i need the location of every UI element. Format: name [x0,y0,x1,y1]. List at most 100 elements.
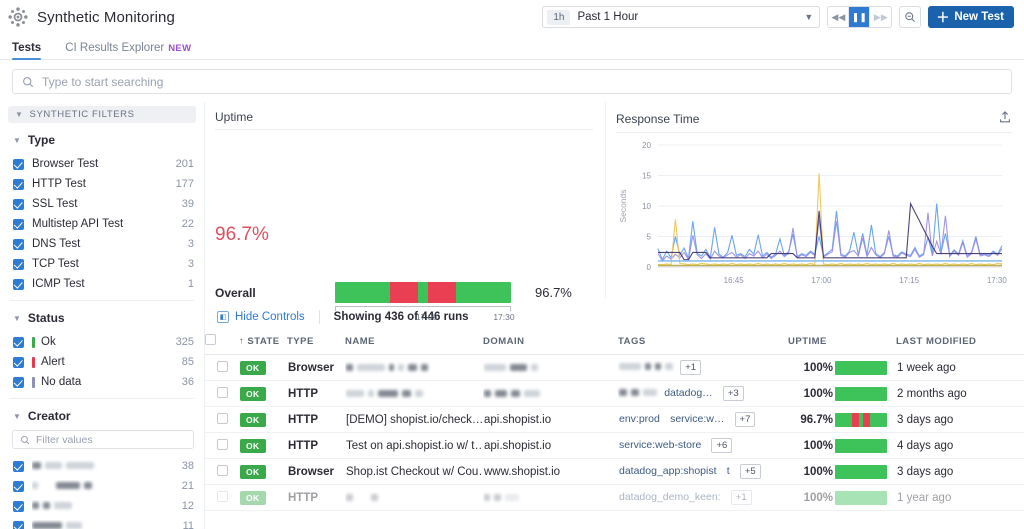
response-time-chart[interactable]: 0 5 10 15 20 Seconds 16:45 17:00 17:15 17:30 [616,133,1012,293]
checkbox[interactable] [13,278,24,290]
table-row[interactable]: OK Browser Shop.ist Checkout w/ Cou… www… [205,458,1024,485]
tab-ci-results-explorer[interactable]: CI Results Explorer NEW [65,42,191,59]
uptime-segment-alert [389,282,418,303]
table-row[interactable]: OK HTTP datadog… +3 100% 2 months ago [205,380,1024,407]
search-input[interactable]: Type to start searching [42,75,163,89]
tag[interactable]: t [727,465,730,477]
tag-more[interactable]: +1 [730,490,752,505]
checkbox[interactable] [13,336,24,348]
tag-more[interactable]: +5 [739,464,761,479]
checkbox[interactable] [13,158,24,170]
synthetic-filters-header[interactable]: ▼ SYNTHETIC FILTERS [8,106,196,123]
table-row[interactable]: OK Browser +1 100% 1 week ago [205,354,1024,381]
search-box[interactable]: Type to start searching [12,69,1012,94]
runs-table-head: ↑ STATE TYPE NAME DOMAIN TAGS UPTIME LAS… [205,334,1024,355]
header-domain[interactable]: DOMAIN [483,334,618,355]
filter-item-no-data[interactable]: No data 36 [10,372,194,392]
checkbox[interactable] [13,356,24,368]
tag[interactable]: service:w… [670,413,724,425]
table-row[interactable]: OK HTTP datadog_demo_keen: +1 100% 1 yea… [205,484,1024,511]
checkbox[interactable] [13,460,24,472]
row-last-modified: 1 week ago [896,354,1024,381]
skip-forward-icon[interactable]: ▶▶ [870,7,892,27]
row-name[interactable]: [DEMO] shopist.io/check… [345,406,483,433]
filter-item-creator-2[interactable]: 21 [10,476,194,496]
row-name-redacted[interactable] [345,380,483,407]
row-name[interactable]: Test on api.shopist.io w/ t… [345,432,483,459]
header-name[interactable]: NAME [345,334,483,355]
filter-item-creator-3[interactable]: 12 [10,496,194,516]
checkbox[interactable] [13,376,24,388]
checkbox[interactable] [13,238,24,250]
checkbox[interactable] [217,412,228,424]
header-state[interactable]: ↑ STATE [239,334,287,355]
filter-item-alert[interactable]: Alert 85 [10,352,194,372]
row-name-redacted[interactable] [345,484,483,511]
row-checkbox-cell[interactable] [205,458,239,485]
header-last-modified[interactable]: LAST MODIFIED [896,334,1024,355]
checkbox[interactable] [205,334,216,345]
checkbox[interactable] [13,178,24,190]
row-name[interactable]: Shop.ist Checkout w/ Cou… [345,458,483,485]
filter-item-browser-test[interactable]: Browser Test 201 [10,154,194,174]
header-tags[interactable]: TAGS [618,334,788,355]
skip-back-icon[interactable]: ◀◀ [828,7,850,27]
filter-item-ssl-test[interactable]: SSL Test 39 [10,194,194,214]
tag[interactable]: datadog_app:shopist [619,465,717,477]
tag-more[interactable]: +7 [734,412,756,427]
checkbox[interactable] [217,386,228,398]
checkbox[interactable] [13,500,24,512]
checkbox[interactable] [13,258,24,270]
row-uptime-bar-cell [834,406,896,433]
checkbox[interactable] [13,480,24,492]
uptime-overall-bar[interactable] [335,282,511,303]
checkbox[interactable] [13,520,24,529]
checkbox[interactable] [217,464,228,476]
table-row[interactable]: OK HTTP Test on api.shopist.io w/ t… api… [205,432,1024,459]
filter-section-type-header[interactable]: ▼ Type [13,133,194,147]
tag[interactable]: datadog… [664,387,712,399]
checkbox[interactable] [13,218,24,230]
header-select-all[interactable] [205,334,239,355]
filter-item-ok[interactable]: Ok 325 [10,332,194,352]
tag[interactable]: datadog_demo_keen: [619,491,721,503]
checkbox[interactable] [13,198,24,210]
filter-item-dns-test[interactable]: DNS Test 3 [10,234,194,254]
status-badge: OK [240,438,266,453]
tag-more[interactable]: +3 [722,386,744,401]
table-row[interactable]: OK HTTP [DEMO] shopist.io/check… api.sho… [205,406,1024,433]
filter-section-creator-header[interactable]: ▼ Creator [13,409,194,423]
header-type[interactable]: TYPE [287,334,345,355]
zoom-out-icon[interactable] [899,6,922,28]
header-uptime[interactable]: UPTIME [788,334,834,355]
time-range-picker[interactable]: 1h Past 1 Hour ▼ [542,6,821,28]
checkbox[interactable] [217,490,228,502]
row-name-redacted[interactable] [345,354,483,381]
export-icon[interactable] [998,110,1012,127]
filter-item-multistep-api-test[interactable]: Multistep API Test 22 [10,214,194,234]
filter-item-creator-4[interactable]: 11 [10,516,194,529]
row-checkbox-cell[interactable] [205,484,239,511]
pause-icon[interactable]: ❚❚ [849,7,871,27]
filter-item-icmp-test[interactable]: ICMP Test 1 [10,274,194,294]
creator-filter-input[interactable]: Filter values [12,430,194,449]
tag-more[interactable]: +1 [680,360,702,375]
checkbox[interactable] [217,360,228,372]
tag-more[interactable]: +6 [711,438,733,453]
filter-item-http-test[interactable]: HTTP Test 177 [10,174,194,194]
new-test-button[interactable]: ＋ New Test [928,6,1014,28]
checkbox[interactable] [217,438,228,450]
row-checkbox-cell[interactable] [205,380,239,407]
hide-controls-button[interactable]: ◧ Hide Controls [217,311,305,323]
row-checkbox-cell[interactable] [205,354,239,381]
filter-item-tcp-test[interactable]: TCP Test 3 [10,254,194,274]
tag[interactable]: env:prod [619,413,660,425]
row-checkbox-cell[interactable] [205,432,239,459]
tag[interactable]: service:web-store [619,439,701,451]
filter-section-status-header[interactable]: ▼ Status [13,311,194,325]
row-checkbox-cell[interactable] [205,406,239,433]
filter-label: Alert [41,356,65,368]
filter-item-creator-1[interactable]: 38 [10,456,194,476]
tab-tests[interactable]: Tests [12,42,42,60]
svg-text:5: 5 [647,233,652,242]
